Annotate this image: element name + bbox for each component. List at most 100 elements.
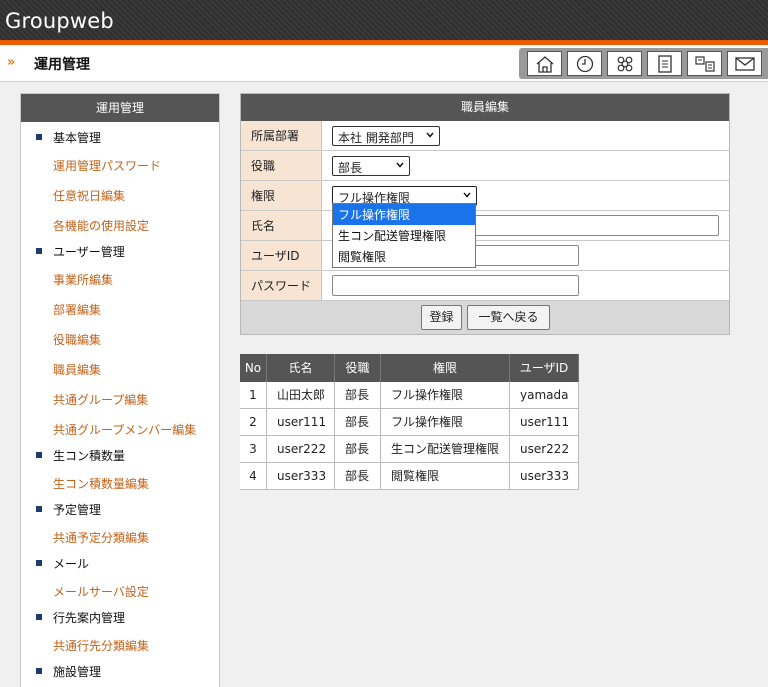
userid-label: ユーザID (241, 241, 322, 270)
page-title: 運用管理 (34, 57, 90, 73)
sidebar-item-group-members[interactable]: 共通グループメンバー編集 (53, 421, 196, 438)
sidebar-section-label: 生コン積数量 (53, 449, 126, 463)
permission-label: 権限 (241, 181, 322, 210)
square-bullet-icon (36, 452, 42, 458)
cell-name: user222 (267, 436, 335, 463)
shortcut-toolbar (519, 48, 768, 79)
sidebar-section-label: 予定管理 (53, 503, 102, 517)
clock-icon[interactable] (567, 51, 602, 76)
cell-no: 4 (240, 463, 267, 490)
square-bullet-icon (36, 134, 42, 140)
sidebar-section-label: メール (53, 557, 90, 571)
register-button[interactable]: 登録 (421, 305, 462, 330)
cell-no: 2 (240, 409, 267, 436)
name-label: 氏名 (241, 211, 322, 240)
sidebar-section-facilities[interactable]: 施設管理 (21, 661, 219, 683)
sidebar-section-destinations[interactable]: 行先案内管理 (21, 607, 219, 629)
sidebar-section-label: 行先案内管理 (53, 611, 126, 625)
table-row[interactable]: 1 山田太郎 部長 フル操作権限 yamada (240, 382, 579, 409)
square-bullet-icon (36, 506, 42, 512)
sidebar-section-label: 基本管理 (53, 131, 102, 145)
sidebar-section-label: ユーザー管理 (53, 245, 125, 259)
position-select-value: 部長 (338, 161, 363, 175)
table-row[interactable]: 4 user333 部長 閲覧権限 user333 (240, 463, 579, 490)
sidebar-item-staff[interactable]: 職員編集 (53, 361, 101, 378)
permission-dropdown-list: フル操作権限 生コン配送管理権限 閲覧権限 (332, 203, 476, 268)
group-icon[interactable] (607, 51, 642, 76)
userid-row: ユーザID (241, 241, 729, 271)
sidebar-item-concrete-edit[interactable]: 生コン積数量編集 (53, 475, 149, 492)
square-bullet-icon (36, 614, 42, 620)
sidebar-title: 運用管理 (21, 94, 219, 122)
password-label: パスワード (241, 271, 322, 300)
sidebar-section-label: 施設管理 (53, 665, 102, 679)
cell-position: 部長 (335, 436, 381, 463)
cell-userid: yamada (510, 382, 579, 409)
sidebar-item-mail-server[interactable]: メールサーバ設定 (53, 583, 149, 600)
permission-option-full[interactable]: フル操作権限 (333, 204, 475, 225)
sidebar-item-common-groups[interactable]: 共通グループ編集 (53, 391, 148, 408)
sidebar-item-offices[interactable]: 事業所編集 (53, 271, 113, 288)
cell-permission: フル操作権限 (381, 382, 510, 409)
cell-no: 3 (240, 436, 267, 463)
cell-position: 部長 (335, 382, 381, 409)
cell-userid: user333 (510, 463, 579, 490)
staff-table: No 氏名 役職 権限 ユーザID 1 山田太郎 部長 フル操作権限 yamad… (240, 354, 579, 490)
square-bullet-icon (36, 560, 42, 566)
sidebar-item-schedule-categories[interactable]: 共通予定分類編集 (53, 529, 149, 546)
cell-permission: 生コン配送管理権限 (381, 436, 510, 463)
square-bullet-icon (36, 248, 42, 254)
sidebar-section-mail[interactable]: メール (21, 553, 219, 575)
sidebar-item-holidays[interactable]: 任意祝日編集 (53, 187, 125, 204)
cell-position: 部長 (335, 463, 381, 490)
app-logo: Groupweb (5, 9, 114, 33)
column-header-userid: ユーザID (510, 354, 579, 382)
sidebar-item-admin-password[interactable]: 運用管理パスワード (53, 157, 161, 174)
column-header-permission: 権限 (381, 354, 510, 382)
sidebar-item-destination-categories[interactable]: 共通行先分類編集 (53, 637, 149, 654)
chevron-down-icon (396, 162, 404, 168)
table-row[interactable]: 2 user111 部長 フル操作権限 user111 (240, 409, 579, 436)
department-select-value: 本社 開発部門 (338, 131, 414, 145)
back-to-list-button[interactable]: 一覧へ戻る (467, 305, 550, 330)
app-header: Groupweb (0, 0, 768, 40)
password-input[interactable] (332, 275, 579, 296)
column-header-position: 役職 (335, 354, 381, 382)
cell-permission: フル操作権限 (381, 409, 510, 436)
column-header-no: No (240, 354, 267, 382)
column-header-name: 氏名 (267, 354, 335, 382)
sidebar-item-departments[interactable]: 部署編集 (53, 301, 101, 318)
chevron-down-icon (463, 192, 471, 198)
sidebar-section-basic[interactable]: 基本管理 (21, 127, 219, 149)
mail-icon[interactable] (727, 51, 762, 76)
sidebar-section-schedule[interactable]: 予定管理 (21, 499, 219, 521)
cell-no: 1 (240, 382, 267, 409)
position-label: 役職 (241, 151, 322, 180)
cell-name: user333 (267, 463, 335, 490)
sidebar-section-users[interactable]: ユーザー管理 (21, 241, 219, 263)
permission-option-concrete[interactable]: 生コン配送管理権限 (333, 225, 475, 246)
sidebar-section-concrete[interactable]: 生コン積数量 (21, 445, 219, 467)
cell-userid: user222 (510, 436, 579, 463)
sidebar-item-feature-settings[interactable]: 各機能の使用設定 (53, 217, 149, 234)
home-icon[interactable] (527, 51, 562, 76)
cell-name: 山田太郎 (267, 382, 335, 409)
department-row: 所属部署 本社 開発部門 (241, 121, 729, 151)
department-select[interactable]: 本社 開発部門 (332, 126, 440, 146)
form-title: 職員編集 (241, 94, 729, 121)
permission-option-view[interactable]: 閲覧権限 (333, 246, 475, 267)
cell-name: user111 (267, 409, 335, 436)
memo-icon[interactable] (647, 51, 682, 76)
double-chevron-icon: » (7, 55, 16, 70)
password-row: パスワード (241, 271, 729, 301)
table-row[interactable]: 3 user222 部長 生コン配送管理権限 user222 (240, 436, 579, 463)
position-select[interactable]: 部長 (332, 156, 410, 176)
name-row: 氏名 (241, 211, 729, 241)
permission-row: 権限 フル操作権限 (241, 181, 729, 211)
cell-permission: 閲覧権限 (381, 463, 510, 490)
square-bullet-icon (36, 668, 42, 674)
position-row: 役職 部長 (241, 151, 729, 181)
sidebar-item-positions[interactable]: 役職編集 (53, 331, 101, 348)
staff-edit-form: 職員編集 所属部署 本社 開発部門 役職 部長 権限 フル操作権限 氏名 ユーザ… (240, 93, 730, 335)
users-icon[interactable] (687, 51, 722, 76)
